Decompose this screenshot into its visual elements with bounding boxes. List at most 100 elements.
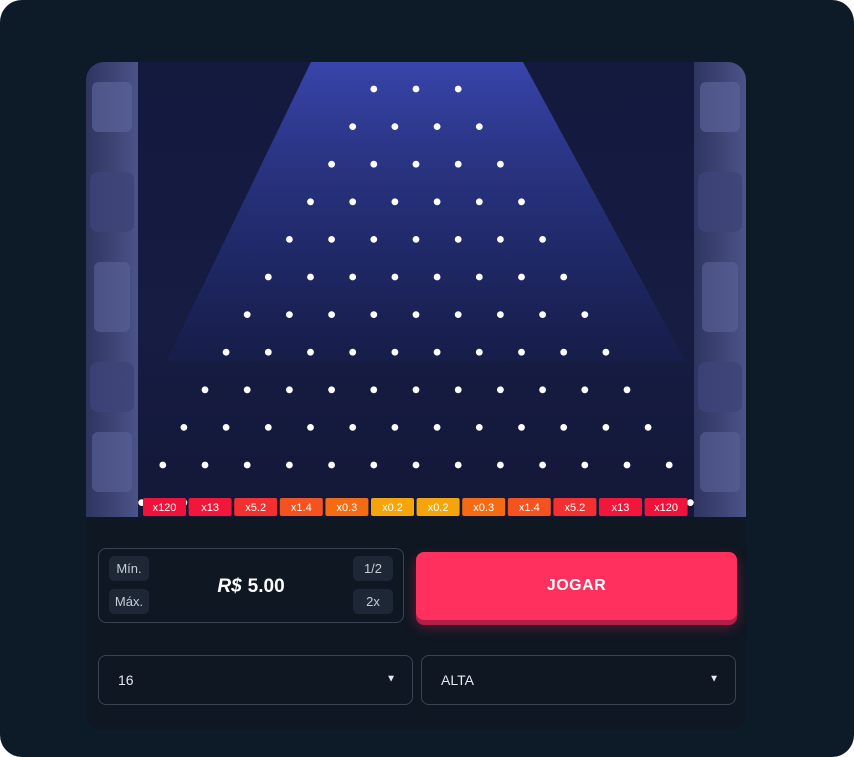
peg (243, 311, 251, 318)
peg (475, 424, 483, 431)
multiplier-slot: x5.2 (234, 498, 278, 516)
peg (475, 198, 483, 206)
multiplier-slot: x13 (188, 498, 232, 516)
max-bet-button[interactable]: Máx. (109, 589, 149, 614)
chevron-down-icon: ▼ (709, 673, 719, 685)
peg (560, 273, 568, 281)
peg (201, 386, 209, 394)
multiplier-slot: x0.3 (325, 498, 369, 516)
peg (370, 160, 378, 168)
peg (328, 160, 335, 168)
play-button[interactable]: JOGAR (416, 552, 737, 620)
peg (686, 499, 694, 506)
min-bet-button[interactable]: Mín. (109, 556, 149, 581)
peg (539, 236, 546, 243)
currency-symbol: R$ (217, 575, 242, 597)
peg (349, 273, 357, 281)
peg (370, 461, 378, 469)
peg (497, 236, 504, 243)
multiplier-label: x13 (612, 502, 630, 514)
multiplier-slot: x1.4 (507, 498, 551, 516)
multiplier-slot: x0.3 (462, 498, 506, 516)
peg (433, 198, 441, 206)
peg (433, 123, 441, 130)
peg (539, 386, 546, 394)
multiplier-label: x0.3 (337, 502, 358, 514)
peg (475, 273, 483, 281)
multiplier-slot: x0.2 (371, 498, 414, 516)
risk-select-value: ALTA (441, 672, 474, 688)
multiplier-slot: x0.2 (416, 498, 460, 516)
peg (602, 424, 610, 431)
peg (370, 85, 378, 93)
peg (349, 123, 357, 130)
peg (370, 386, 378, 394)
peg (286, 386, 293, 394)
peg (370, 311, 378, 318)
peg (412, 311, 420, 318)
peg (539, 461, 546, 469)
peg (475, 123, 483, 130)
plinko-game-card: x120 x13 x5.2 x1.4 x0.3 x0.2 x0.2 x0.3 x1.4 x5.2 x… (86, 62, 746, 730)
peg (391, 348, 399, 356)
multiplier-label: x1.4 (519, 502, 540, 514)
peg (412, 236, 420, 243)
peg (243, 461, 251, 469)
peg (180, 424, 188, 431)
board-canvas: x120 x13 x5.2 x1.4 x0.3 x0.2 x0.2 x0.3 x1.4 x5.2 x… (86, 62, 746, 517)
peg (264, 348, 272, 356)
peg (623, 461, 631, 469)
rows-select[interactable]: 16 ▼ (98, 655, 413, 705)
plinko-board: x120 x13 x5.2 x1.4 x0.3 x0.2 x0.2 x0.3 x1.4 x5.2 x… (86, 62, 746, 517)
peg (623, 386, 631, 394)
peg (497, 311, 504, 318)
half-bet-button[interactable]: 1/2 (353, 556, 393, 581)
peg (644, 424, 652, 431)
peg (328, 386, 335, 394)
peg (307, 273, 314, 281)
peg (454, 386, 462, 394)
multiplier-slots: x120 x13 x5.2 x1.4 x0.3 x0.2 x0.2 x0.3 x1.4 x5.2 x… (143, 498, 688, 516)
multiplier-label: x13 (201, 502, 219, 514)
peg (412, 160, 420, 168)
multiplier-label: x120 (654, 502, 678, 514)
multiplier-label: x0.2 (428, 502, 449, 514)
peg (412, 386, 420, 394)
peg (349, 348, 357, 356)
peg (391, 424, 399, 431)
peg (349, 424, 357, 431)
peg (201, 461, 209, 469)
peg (222, 424, 230, 431)
multiplier-slot: x1.4 (279, 498, 323, 516)
multiplier-label: x1.4 (291, 502, 312, 514)
multiplier-label: x0.2 (382, 502, 403, 514)
peg (243, 386, 251, 394)
peg (286, 236, 293, 243)
peg (222, 348, 230, 356)
totem-pillar-left (86, 62, 138, 517)
bet-amount-input[interactable]: R$ 5.00 (159, 549, 343, 624)
peg (497, 461, 504, 469)
peg (454, 236, 462, 243)
multiplier-label: x5.2 (565, 502, 586, 514)
chevron-down-icon: ▼ (386, 673, 396, 685)
peg (391, 123, 399, 130)
peg (412, 461, 420, 469)
peg (286, 461, 293, 469)
peg (328, 461, 335, 469)
peg (454, 461, 462, 469)
light-beam (166, 62, 686, 362)
peg (328, 236, 335, 243)
peg (307, 424, 314, 431)
page-background: x120 x13 x5.2 x1.4 x0.3 x0.2 x0.2 x0.3 x1.4 x5.2 x… (0, 0, 854, 757)
peg (433, 273, 441, 281)
double-bet-button[interactable]: 2x (353, 589, 393, 614)
peg (328, 311, 335, 318)
multiplier-slot: x120 (143, 498, 186, 516)
peg (433, 348, 441, 356)
bet-amount-value: 5.00 (247, 575, 285, 597)
peg (264, 273, 272, 281)
risk-select[interactable]: ALTA ▼ (421, 655, 736, 705)
controls-panel: Mín. Máx. R$ 5.00 1/2 2x JOGAR 16 ▼ ALTA… (86, 517, 746, 730)
peg (454, 85, 462, 93)
